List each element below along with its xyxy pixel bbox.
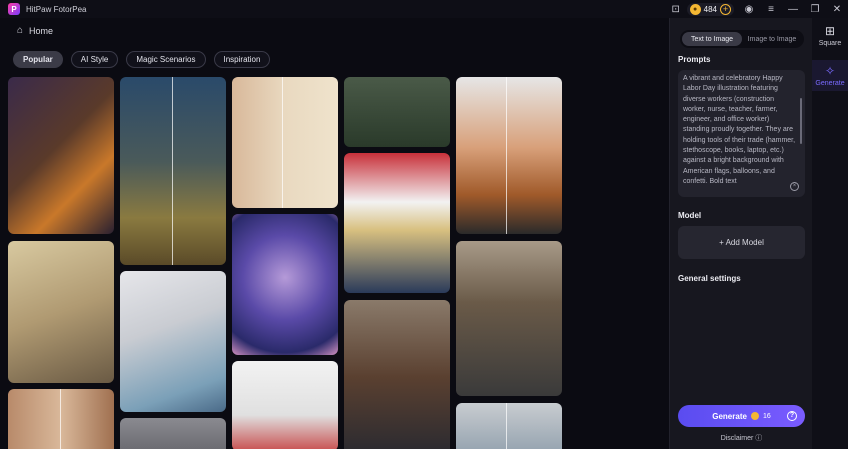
rail-item-square[interactable]: ⊞ Square bbox=[812, 24, 848, 47]
gallery-tile-landscape[interactable] bbox=[456, 403, 562, 449]
gallery-tile-sketch-building[interactable] bbox=[232, 361, 338, 449]
generate-cost: 16 bbox=[762, 412, 771, 420]
rail-label-square: Square bbox=[818, 40, 842, 47]
compare-split-line bbox=[60, 389, 61, 449]
gallery-tile-portrait-woman[interactable] bbox=[8, 389, 114, 449]
category-tabs: Popular AI Style Magic Scenarios Inspira… bbox=[13, 51, 271, 68]
gamepad-glyph: ⊡ bbox=[671, 3, 680, 15]
home-label: Home bbox=[29, 25, 54, 36]
compare-split-line bbox=[172, 77, 173, 265]
compare-split-line bbox=[282, 77, 283, 208]
gallery-tile-old-couple-photo[interactable] bbox=[456, 241, 562, 396]
gallery-tile-space-bunny[interactable] bbox=[232, 214, 338, 355]
clear-prompt-icon[interactable]: × bbox=[790, 182, 799, 191]
restore-icon[interactable]: ❐ bbox=[804, 0, 826, 18]
gallery-tile-remove-object[interactable] bbox=[344, 77, 450, 147]
tab-ai-style[interactable]: AI Style bbox=[70, 51, 119, 68]
generate-label: Generate bbox=[712, 411, 747, 421]
prompt-input[interactable]: A vibrant and celebratory Happy Labor Da… bbox=[678, 70, 805, 197]
compare-split-line bbox=[506, 77, 507, 234]
gallery-tile-old-photo-restore[interactable] bbox=[8, 241, 114, 383]
grid-icon: ⊞ bbox=[824, 24, 836, 38]
gallery-tile-portrait-man[interactable] bbox=[120, 418, 226, 449]
tab-text-to-image[interactable]: Text to Image bbox=[682, 32, 742, 46]
gallery-tile-vintage-woman[interactable] bbox=[232, 77, 338, 208]
tab-popular[interactable]: Popular bbox=[13, 51, 63, 68]
gallery-tile-anime-girl[interactable] bbox=[456, 77, 562, 234]
app-logo-letter: P bbox=[11, 4, 17, 14]
right-nav-rail: ⊞ Square ✧ Generate bbox=[812, 18, 848, 449]
restore-glyph: ❐ bbox=[810, 3, 820, 15]
app-logo-icon: P bbox=[8, 3, 20, 15]
mode-switch: Text to Image Image to Image bbox=[680, 30, 804, 48]
coin-count: 484 bbox=[703, 4, 717, 14]
tab-magic-scenarios[interactable]: Magic Scenarios bbox=[126, 51, 206, 68]
minimize-glyph: — bbox=[788, 3, 798, 15]
prompts-heading: Prompts bbox=[678, 55, 711, 64]
add-model-button[interactable]: + Add Model bbox=[678, 226, 805, 259]
help-icon[interactable]: ? bbox=[787, 411, 797, 421]
rail-label-generate: Generate bbox=[815, 80, 845, 87]
disclaimer-link[interactable]: Disclaimer ⓘ bbox=[670, 433, 813, 443]
title-bar-controls: ⊡ ● 484 + ◉ ≡ — ❐ ✕ bbox=[665, 0, 848, 18]
coin-icon bbox=[750, 412, 759, 420]
gallery-tile-bald-man-cartoon[interactable] bbox=[120, 271, 226, 412]
close-glyph: ✕ bbox=[832, 3, 842, 15]
general-settings-heading[interactable]: General settings bbox=[678, 274, 741, 283]
prompt-scrollbar[interactable] bbox=[800, 98, 802, 144]
prompt-text[interactable]: A vibrant and celebratory Happy Labor Da… bbox=[683, 74, 797, 184]
model-heading: Model bbox=[678, 211, 702, 220]
gamepad-icon[interactable]: ⊡ bbox=[665, 0, 687, 18]
generate-panel: Text to Image Image to Image Prompts A v… bbox=[669, 18, 812, 449]
gallery-tile-businesswoman[interactable] bbox=[344, 300, 450, 449]
account-icon[interactable]: ◉ bbox=[738, 0, 760, 18]
title-bar: P HitPaw FotorPea ⊡ ● 484 + ◉ ≡ — ❐ ✕ bbox=[0, 0, 848, 18]
home-icon: ⌂ bbox=[17, 25, 24, 36]
gallery-tile-basketball-player[interactable] bbox=[8, 77, 114, 234]
add-coins-icon[interactable]: + bbox=[720, 3, 731, 15]
app-title: HitPaw FotorPea bbox=[26, 4, 87, 14]
gallery-tile-cartoon-president[interactable] bbox=[344, 153, 450, 293]
menu-icon[interactable]: ≡ bbox=[760, 0, 782, 18]
minimize-icon[interactable]: — bbox=[782, 0, 804, 18]
account-glyph: ◉ bbox=[744, 3, 754, 15]
rail-item-generate[interactable]: ✧ Generate bbox=[812, 60, 848, 91]
sparkle-icon: ✧ bbox=[824, 64, 836, 78]
close-icon[interactable]: ✕ bbox=[826, 0, 848, 18]
gallery-tile-warrior-field[interactable] bbox=[120, 77, 226, 265]
menu-glyph: ≡ bbox=[768, 3, 774, 15]
tab-inspiration[interactable]: Inspiration bbox=[213, 51, 271, 68]
home-link[interactable]: ⌂ Home bbox=[17, 25, 53, 36]
coin-balance[interactable]: ● 484 + bbox=[686, 2, 734, 16]
coin-icon: ● bbox=[689, 3, 701, 15]
image-gallery bbox=[8, 77, 564, 449]
generate-button[interactable]: Generate 16 ? bbox=[678, 405, 805, 427]
compare-split-line bbox=[506, 403, 507, 449]
tab-image-to-image[interactable]: Image to Image bbox=[742, 32, 802, 46]
